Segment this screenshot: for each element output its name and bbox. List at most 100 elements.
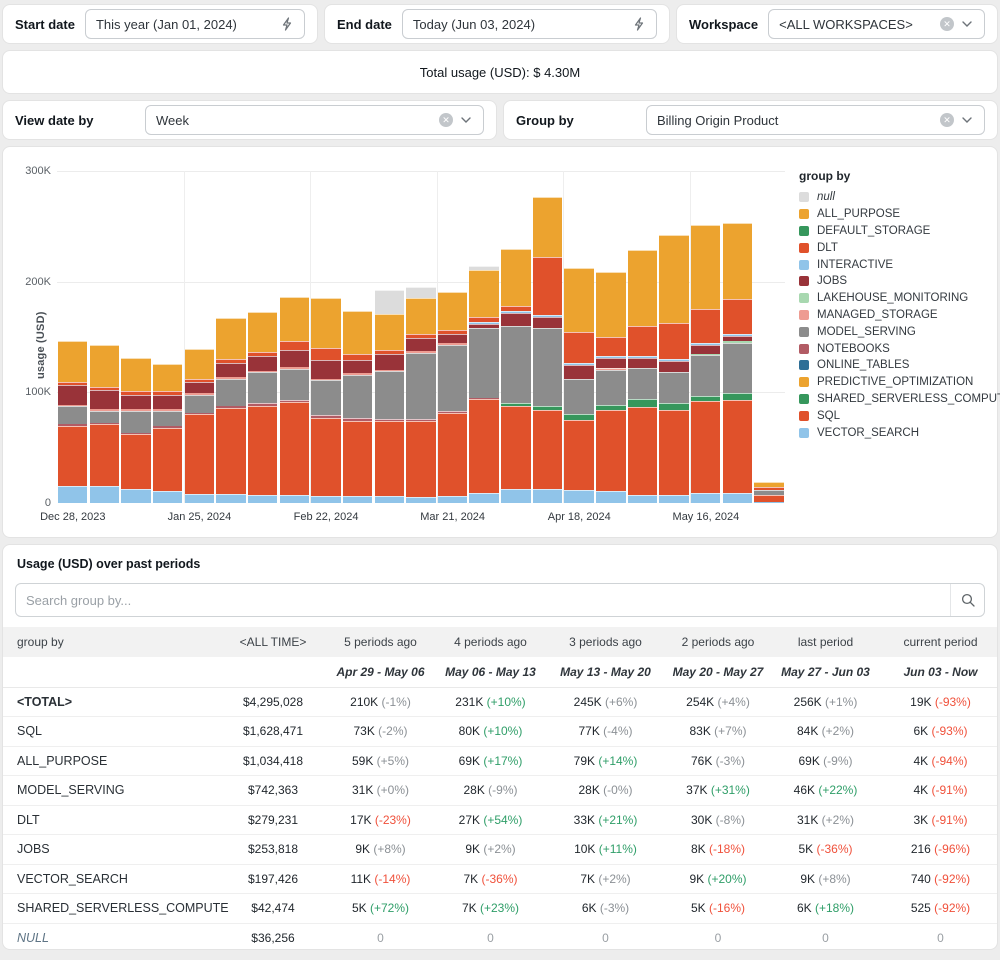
clear-icon[interactable]: ✕ <box>940 17 954 31</box>
clear-icon[interactable]: ✕ <box>940 113 954 127</box>
period-value: 210K (-1%) <box>328 687 433 717</box>
period-zero: 0 <box>937 931 944 945</box>
bar-segment-SQL <box>533 410 562 489</box>
usage-table-card: Usage (USD) over past periods group by<A… <box>2 544 998 950</box>
row-group-name: VECTOR_SEARCH <box>3 864 218 894</box>
period-value: 83K (+7%) <box>663 717 773 747</box>
bar-segment-null <box>375 290 404 314</box>
all-time-value: $279,231 <box>218 805 328 835</box>
total-usage-banner: Total usage (USD): $ 4.30M <box>2 50 998 94</box>
start-date-filter: Start date This year (Jan 01, 2024) <box>2 4 318 44</box>
column-header: group by <box>3 627 218 657</box>
start-date-input[interactable]: This year (Jan 01, 2024) <box>85 9 305 39</box>
period-range-header: Jun 03 - Now <box>878 657 998 687</box>
bar-segment-MODEL_SERVING <box>723 343 752 394</box>
legend-item-VECTOR_SEARCH[interactable]: VECTOR_SEARCH <box>799 424 991 441</box>
legend-item-null[interactable]: null <box>799 189 991 206</box>
period-amount: 10K <box>574 842 599 856</box>
bar-segment-SQL <box>438 413 467 496</box>
bar-segment-ALL_PURPOSE <box>469 270 498 318</box>
end-date-input[interactable]: Today (Jun 03, 2024) <box>402 9 657 39</box>
period-range-header: May 20 - May 27 <box>663 657 773 687</box>
legend-label: MODEL_SERVING <box>817 326 916 338</box>
period-amount: 245K <box>574 695 605 709</box>
period-value: 0 <box>433 923 548 950</box>
period-change-pct: (+23%) <box>480 901 519 915</box>
all-time-value: $4,295,028 <box>218 687 328 717</box>
all-time-value: $42,474 <box>218 894 328 924</box>
x-axis-tick-label: Apr 18, 2024 <box>548 511 611 523</box>
chevron-down-icon <box>958 111 976 129</box>
clear-icon[interactable]: ✕ <box>439 113 453 127</box>
group-by-select[interactable]: Billing Origin Product ✕ <box>646 105 985 135</box>
period-change-pct: (+6%) <box>605 695 637 709</box>
period-value: 28K (-9%) <box>433 776 548 806</box>
bar-segment-SQL <box>58 426 87 487</box>
column-header: 3 periods ago <box>548 627 663 657</box>
bar-segment-VECTOR_SEARCH <box>216 494 245 503</box>
view-date-by-label: View date by <box>15 113 135 128</box>
period-change-pct: (-92%) <box>934 901 970 915</box>
bar-segment-SQL <box>691 401 720 493</box>
legend-swatch <box>799 360 809 370</box>
group-by-filter: Group by Billing Origin Product ✕ <box>503 100 998 140</box>
bar-segment-VECTOR_SEARCH <box>754 502 783 503</box>
x-axis-tick-label: Mar 21, 2024 <box>420 511 485 523</box>
period-zero: 0 <box>822 931 829 945</box>
period-change-pct: (-91%) <box>932 783 968 797</box>
group-by-label: Group by <box>516 113 636 128</box>
legend-item-JOBS[interactable]: JOBS <box>799 273 991 290</box>
bar-segment-VECTOR_SEARCH <box>375 496 404 503</box>
period-amount: 28K <box>578 783 603 797</box>
period-value: 19K (-93%) <box>878 687 998 717</box>
bar-segment-MODEL_SERVING <box>90 411 119 423</box>
legend-item-MODEL_SERVING[interactable]: MODEL_SERVING <box>799 323 991 340</box>
column-header: <ALL TIME> <box>218 627 328 657</box>
period-change-pct: (+7%) <box>714 724 746 738</box>
legend-item-MANAGED_STORAGE[interactable]: MANAGED_STORAGE <box>799 307 991 324</box>
legend-label: ONLINE_TABLES <box>817 359 909 371</box>
period-change-pct: (+11%) <box>599 842 637 856</box>
bar-segment-MODEL_SERVING <box>248 372 277 403</box>
bar-segment-SQL <box>216 408 245 494</box>
legend-item-LAKEHOUSE_MONITORING[interactable]: LAKEHOUSE_MONITORING <box>799 290 991 307</box>
period-value: 0 <box>773 923 878 950</box>
view-date-by-select[interactable]: Week ✕ <box>145 105 484 135</box>
bar-segment-MODEL_SERVING <box>469 328 498 398</box>
legend-item-ONLINE_TABLES[interactable]: ONLINE_TABLES <box>799 357 991 374</box>
period-amount: 28K <box>463 783 488 797</box>
column-header: 5 periods ago <box>328 627 433 657</box>
bar-segment-ALL_PURPOSE <box>58 341 87 382</box>
bar-segment-VECTOR_SEARCH <box>723 493 752 503</box>
legend-item-SHARED_SERVERLESS_COMPUTE[interactable]: SHARED_SERVERLESS_COMPUTE <box>799 391 991 408</box>
bar-segment-JOBS <box>90 390 119 409</box>
bar-segment-JOBS <box>375 354 404 369</box>
legend-item-SQL[interactable]: SQL <box>799 407 991 424</box>
bar-segment-MODEL_SERVING <box>311 380 340 414</box>
legend-item-ALL_PURPOSE[interactable]: ALL_PURPOSE <box>799 206 991 223</box>
period-change-pct: (+21%) <box>598 813 637 827</box>
legend-item-PREDICTIVE_OPTIMIZATION[interactable]: PREDICTIVE_OPTIMIZATION <box>799 374 991 391</box>
table-row: SHARED_SERVERLESS_COMPUTE$42,4745K (+72%… <box>3 894 998 924</box>
period-change-pct: (-96%) <box>934 842 970 856</box>
legend-item-DEFAULT_STORAGE[interactable]: DEFAULT_STORAGE <box>799 223 991 240</box>
search-input[interactable] <box>16 584 950 616</box>
all-time-value: $1,034,418 <box>218 746 328 776</box>
period-value: 0 <box>328 923 433 950</box>
bar-segment-MODEL_SERVING <box>564 379 593 414</box>
search-icon[interactable] <box>950 584 984 616</box>
bar-segment-VECTOR_SEARCH <box>469 493 498 503</box>
period-change-pct: (+10%) <box>483 724 522 738</box>
legend-swatch <box>799 428 809 438</box>
legend-item-DLT[interactable]: DLT <box>799 239 991 256</box>
table-subheader-row: Apr 29 - May 06May 06 - May 13May 13 - M… <box>3 657 998 687</box>
period-change-pct: (-36%) <box>817 842 853 856</box>
legend-item-NOTEBOOKS[interactable]: NOTEBOOKS <box>799 340 991 357</box>
legend-label: JOBS <box>817 275 847 287</box>
bar-segment-VECTOR_SEARCH <box>280 495 309 503</box>
stacked-bar <box>564 268 593 503</box>
legend-item-INTERACTIVE[interactable]: INTERACTIVE <box>799 256 991 273</box>
workspace-select[interactable]: <ALL WORKSPACES> ✕ <box>768 9 985 39</box>
bar-segment-SQL <box>501 406 530 489</box>
end-date-label: End date <box>337 17 392 32</box>
